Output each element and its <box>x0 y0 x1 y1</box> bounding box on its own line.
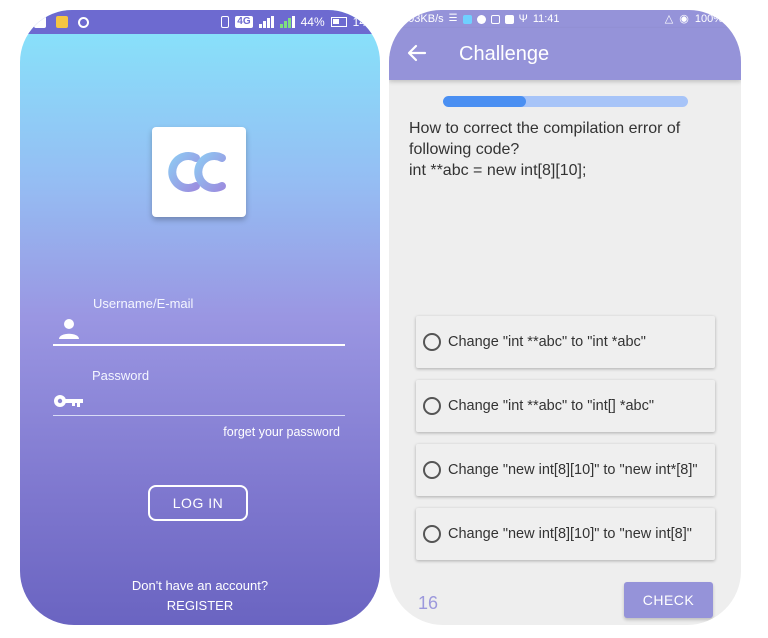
answer-option-2[interactable]: Change "int **abc" to "int[] *abc" <box>416 380 715 432</box>
message-icon <box>462 14 472 24</box>
radio-button[interactable] <box>423 525 441 543</box>
vibrate-icon <box>221 16 230 28</box>
back-arrow-icon[interactable] <box>407 43 427 63</box>
usb-icon: Ψ <box>518 13 528 25</box>
app-bar: Challenge <box>389 28 741 80</box>
status-bar: 3.03KB/s ☰ Ψ 11:41 △ ◉ 100% <box>389 10 741 28</box>
clock: 14 <box>352 15 366 29</box>
question-line: following code? <box>409 141 520 158</box>
battery-percent: 44% <box>300 15 325 29</box>
battery-icon <box>330 17 347 27</box>
option-label: Change "int **abc" to "int *abc" <box>448 334 646 350</box>
notification-icon <box>34 16 46 28</box>
answer-option-4[interactable]: Change "new int[8][10]" to "new int[8]" <box>416 508 715 560</box>
question-line: int **abc = new int[8][10]; <box>409 162 587 179</box>
alarm-icon: △ <box>664 13 674 25</box>
option-label: Change "new int[8][10]" to "new int*[8]" <box>448 462 698 478</box>
no-account-text: Don't have an account? <box>131 578 269 593</box>
signal-icon-2 <box>279 16 295 28</box>
progress-bar <box>443 96 688 107</box>
forget-password-link[interactable]: forget your password <box>223 425 340 439</box>
cat-icon <box>504 14 514 24</box>
radio-button[interactable] <box>423 461 441 479</box>
radio-button[interactable] <box>423 397 441 415</box>
option-label: Change "int **abc" to "int[] *abc" <box>448 398 654 414</box>
battery-percent: 100% <box>694 13 723 25</box>
signal-icon <box>258 16 274 28</box>
user-icon <box>58 318 80 345</box>
option-label: Change "new int[8][10]" to "new int[8]" <box>448 526 692 542</box>
username-label: Username/E-mail <box>93 296 194 311</box>
eye-icon: ◉ <box>679 13 689 25</box>
network-type: 4G <box>235 16 253 28</box>
network-speed: 3.03KB/s <box>399 13 444 25</box>
sync-icon <box>78 16 89 28</box>
wifi-icon: ☰ <box>448 13 458 24</box>
status-bar: 4G 44% 14 <box>20 10 380 34</box>
page-title: Challenge <box>459 43 550 65</box>
password-input[interactable] <box>53 415 345 416</box>
answer-option-1[interactable]: Change "int **abc" to "int *abc" <box>416 316 715 368</box>
gallery-icon <box>56 16 68 28</box>
login-screen: 4G 44% 14 Username/E-mail Password forge… <box>20 10 380 625</box>
register-link[interactable]: REGISTER <box>20 598 380 613</box>
instagram-icon <box>490 14 500 24</box>
question-line: How to correct the compilation error of <box>409 120 681 137</box>
check-button[interactable]: CHECK <box>624 582 713 618</box>
clock: 11:41 <box>532 13 560 25</box>
progress-fill <box>443 96 527 107</box>
key-icon <box>53 393 85 414</box>
question-text: How to correct the compilation error of … <box>409 118 729 181</box>
login-button[interactable]: LOG IN <box>148 485 248 521</box>
question-counter: 16 <box>418 593 439 613</box>
radio-button[interactable] <box>423 333 441 351</box>
password-label: Password <box>92 368 150 383</box>
answer-option-3[interactable]: Change "new int[8][10]" to "new int*[8]" <box>416 444 715 496</box>
cc-logo-icon <box>152 127 246 217</box>
username-input[interactable] <box>53 344 345 346</box>
challenge-screen: 3.03KB/s ☰ Ψ 11:41 △ ◉ 100% Challenge Ho… <box>389 10 741 625</box>
whatsapp-icon <box>476 14 486 24</box>
